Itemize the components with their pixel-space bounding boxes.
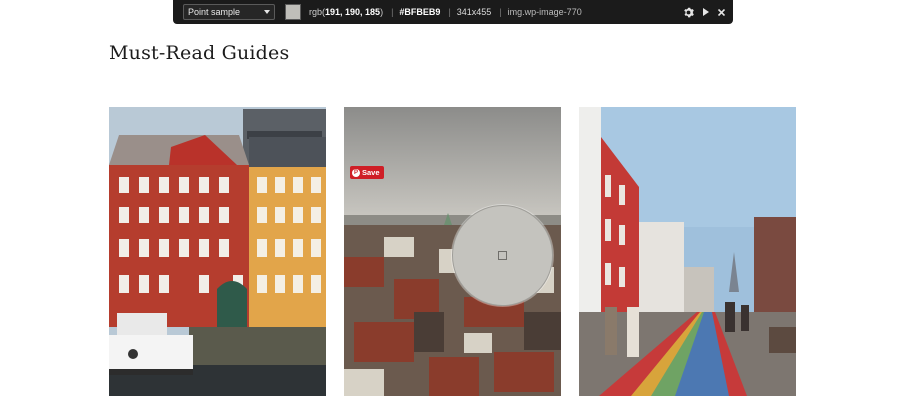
separator: | xyxy=(391,7,394,17)
color-picker-toolbar: Point sample rgb(191, 190, 185) | #BFBEB… xyxy=(173,0,733,24)
color-swatch xyxy=(285,4,301,20)
pinterest-icon: P xyxy=(352,168,360,177)
play-icon[interactable] xyxy=(703,8,709,16)
save-button-label: Save xyxy=(362,168,380,177)
guide-image-card[interactable] xyxy=(579,107,796,396)
element-size-readout: 341x455 xyxy=(456,7,492,17)
separator: | xyxy=(448,7,451,17)
hex-readout: #BFBEB9 xyxy=(399,7,441,17)
gear-icon[interactable] xyxy=(683,7,694,18)
separator: | xyxy=(499,7,502,17)
sample-mode-label: Point sample xyxy=(188,7,241,17)
rainbow-street-image xyxy=(579,107,796,396)
page-title: Must-Read Guides xyxy=(109,42,290,64)
copenhagen-houses-image xyxy=(109,107,326,396)
sample-target-square xyxy=(498,251,507,260)
rgb-readout: rgb(191, 190, 185) xyxy=(309,7,384,17)
close-icon[interactable] xyxy=(718,8,725,16)
pinterest-save-button[interactable]: P Save xyxy=(350,166,384,179)
element-selector-readout: img.wp-image-770 xyxy=(507,7,582,17)
sample-mode-select[interactable]: Point sample xyxy=(183,4,275,20)
chevron-down-icon xyxy=(264,10,270,14)
guide-image-card[interactable] xyxy=(109,107,326,396)
color-picker-loupe xyxy=(452,205,553,306)
